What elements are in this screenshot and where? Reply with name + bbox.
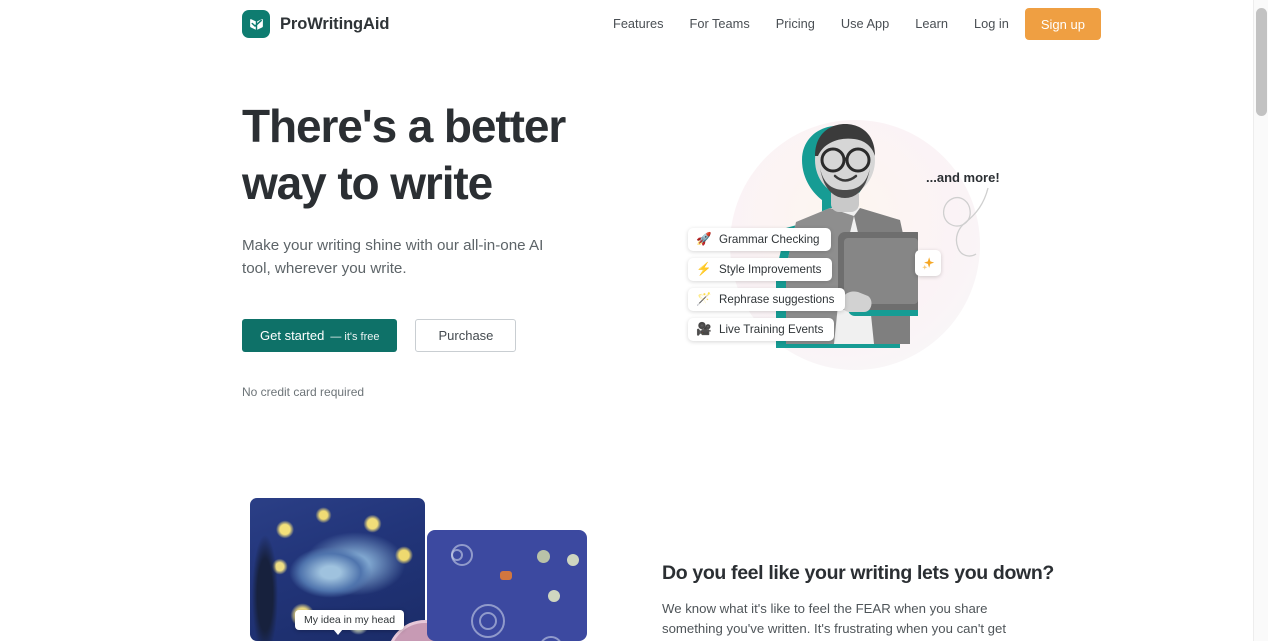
hero-title: There's a better way to write: [242, 98, 642, 212]
swirl-shape: [539, 636, 563, 641]
lightning-icon: ⚡: [696, 262, 712, 277]
plain-idea-card: [427, 530, 587, 641]
video-camera-icon: 🎥: [696, 322, 712, 337]
nav-item-learn[interactable]: Learn: [902, 0, 961, 48]
page-root: ProWritingAid Features For Teams Pricing…: [0, 0, 1268, 641]
get-started-label: Get started: [260, 328, 325, 343]
swirl-shape: [479, 612, 497, 630]
feature-chip-label: Rephrase suggestions: [719, 293, 835, 306]
nav-item-log-in[interactable]: Log in: [961, 0, 1025, 48]
book-check-icon: [242, 10, 270, 38]
writing-lets-you-down-section: Do you feel like your writing lets you d…: [662, 562, 1054, 641]
hero-cta-row: Get started — it's free Purchase: [242, 319, 642, 352]
rocket-icon: 🚀: [696, 232, 712, 247]
page-scrollbar[interactable]: [1253, 0, 1268, 641]
brand-logo[interactable]: ProWritingAid: [242, 10, 389, 38]
feature-chip[interactable]: 🚀 Grammar Checking: [688, 228, 831, 251]
nav-item-for-teams[interactable]: For Teams: [677, 0, 763, 48]
section-paragraph: We know what it's like to feel the FEAR …: [662, 601, 1007, 636]
cypress-tree-shape: [252, 526, 278, 641]
get-started-button[interactable]: Get started — it's free: [242, 319, 398, 352]
feature-chip[interactable]: 🪄 Rephrase suggestions: [688, 288, 846, 311]
swirl-shape: [451, 549, 463, 561]
no-credit-card-note: No credit card required: [242, 385, 365, 399]
balloon-squiggle-icon: [943, 187, 989, 257]
hero-section: There's a better way to write Make your …: [242, 98, 642, 399]
get-started-free-label: — it's free: [330, 331, 380, 343]
nav-item-pricing[interactable]: Pricing: [763, 0, 828, 48]
feature-chip-label: Live Training Events: [719, 323, 824, 336]
nav-item-features[interactable]: Features: [600, 0, 677, 48]
main-nav: Features For Teams Pricing Use App Learn…: [600, 0, 1101, 48]
hero-subtitle: Make your writing shine with our all-in-…: [242, 237, 544, 277]
magic-wand-icon: 🪄: [696, 292, 712, 307]
feature-chip-label: Style Improvements: [719, 263, 822, 276]
section-heading: Do you feel like your writing lets you d…: [662, 562, 1054, 584]
feature-chip[interactable]: ⚡ Style Improvements: [688, 258, 833, 281]
hero-illustration: 🚀 Grammar Checking ⚡ Style Improvements …: [660, 98, 1020, 390]
accent-dot: [500, 571, 512, 580]
purchase-button[interactable]: Purchase: [415, 319, 517, 352]
and-more-callout: ...and more!: [926, 170, 1000, 185]
sign-up-button[interactable]: Sign up: [1024, 8, 1101, 40]
idea-tooltip: My idea in my head: [295, 610, 405, 635]
star-dot: [537, 550, 550, 563]
site-header: ProWritingAid Features For Teams Pricing…: [0, 0, 1253, 48]
brand-name: ProWritingAid: [280, 14, 390, 33]
nav-item-use-app[interactable]: Use App: [828, 0, 902, 48]
star-dot: [567, 554, 579, 566]
feature-chip-list: 🚀 Grammar Checking ⚡ Style Improvements …: [688, 228, 846, 348]
scrollbar-thumb[interactable]: [1256, 8, 1267, 116]
feature-chip[interactable]: 🎥 Live Training Events: [688, 318, 835, 341]
hero-title-line-1: There's a better: [242, 100, 566, 152]
feature-chip-label: Grammar Checking: [719, 233, 820, 246]
hero-title-line-2: way to write: [242, 157, 493, 209]
star-dot: [548, 590, 560, 602]
